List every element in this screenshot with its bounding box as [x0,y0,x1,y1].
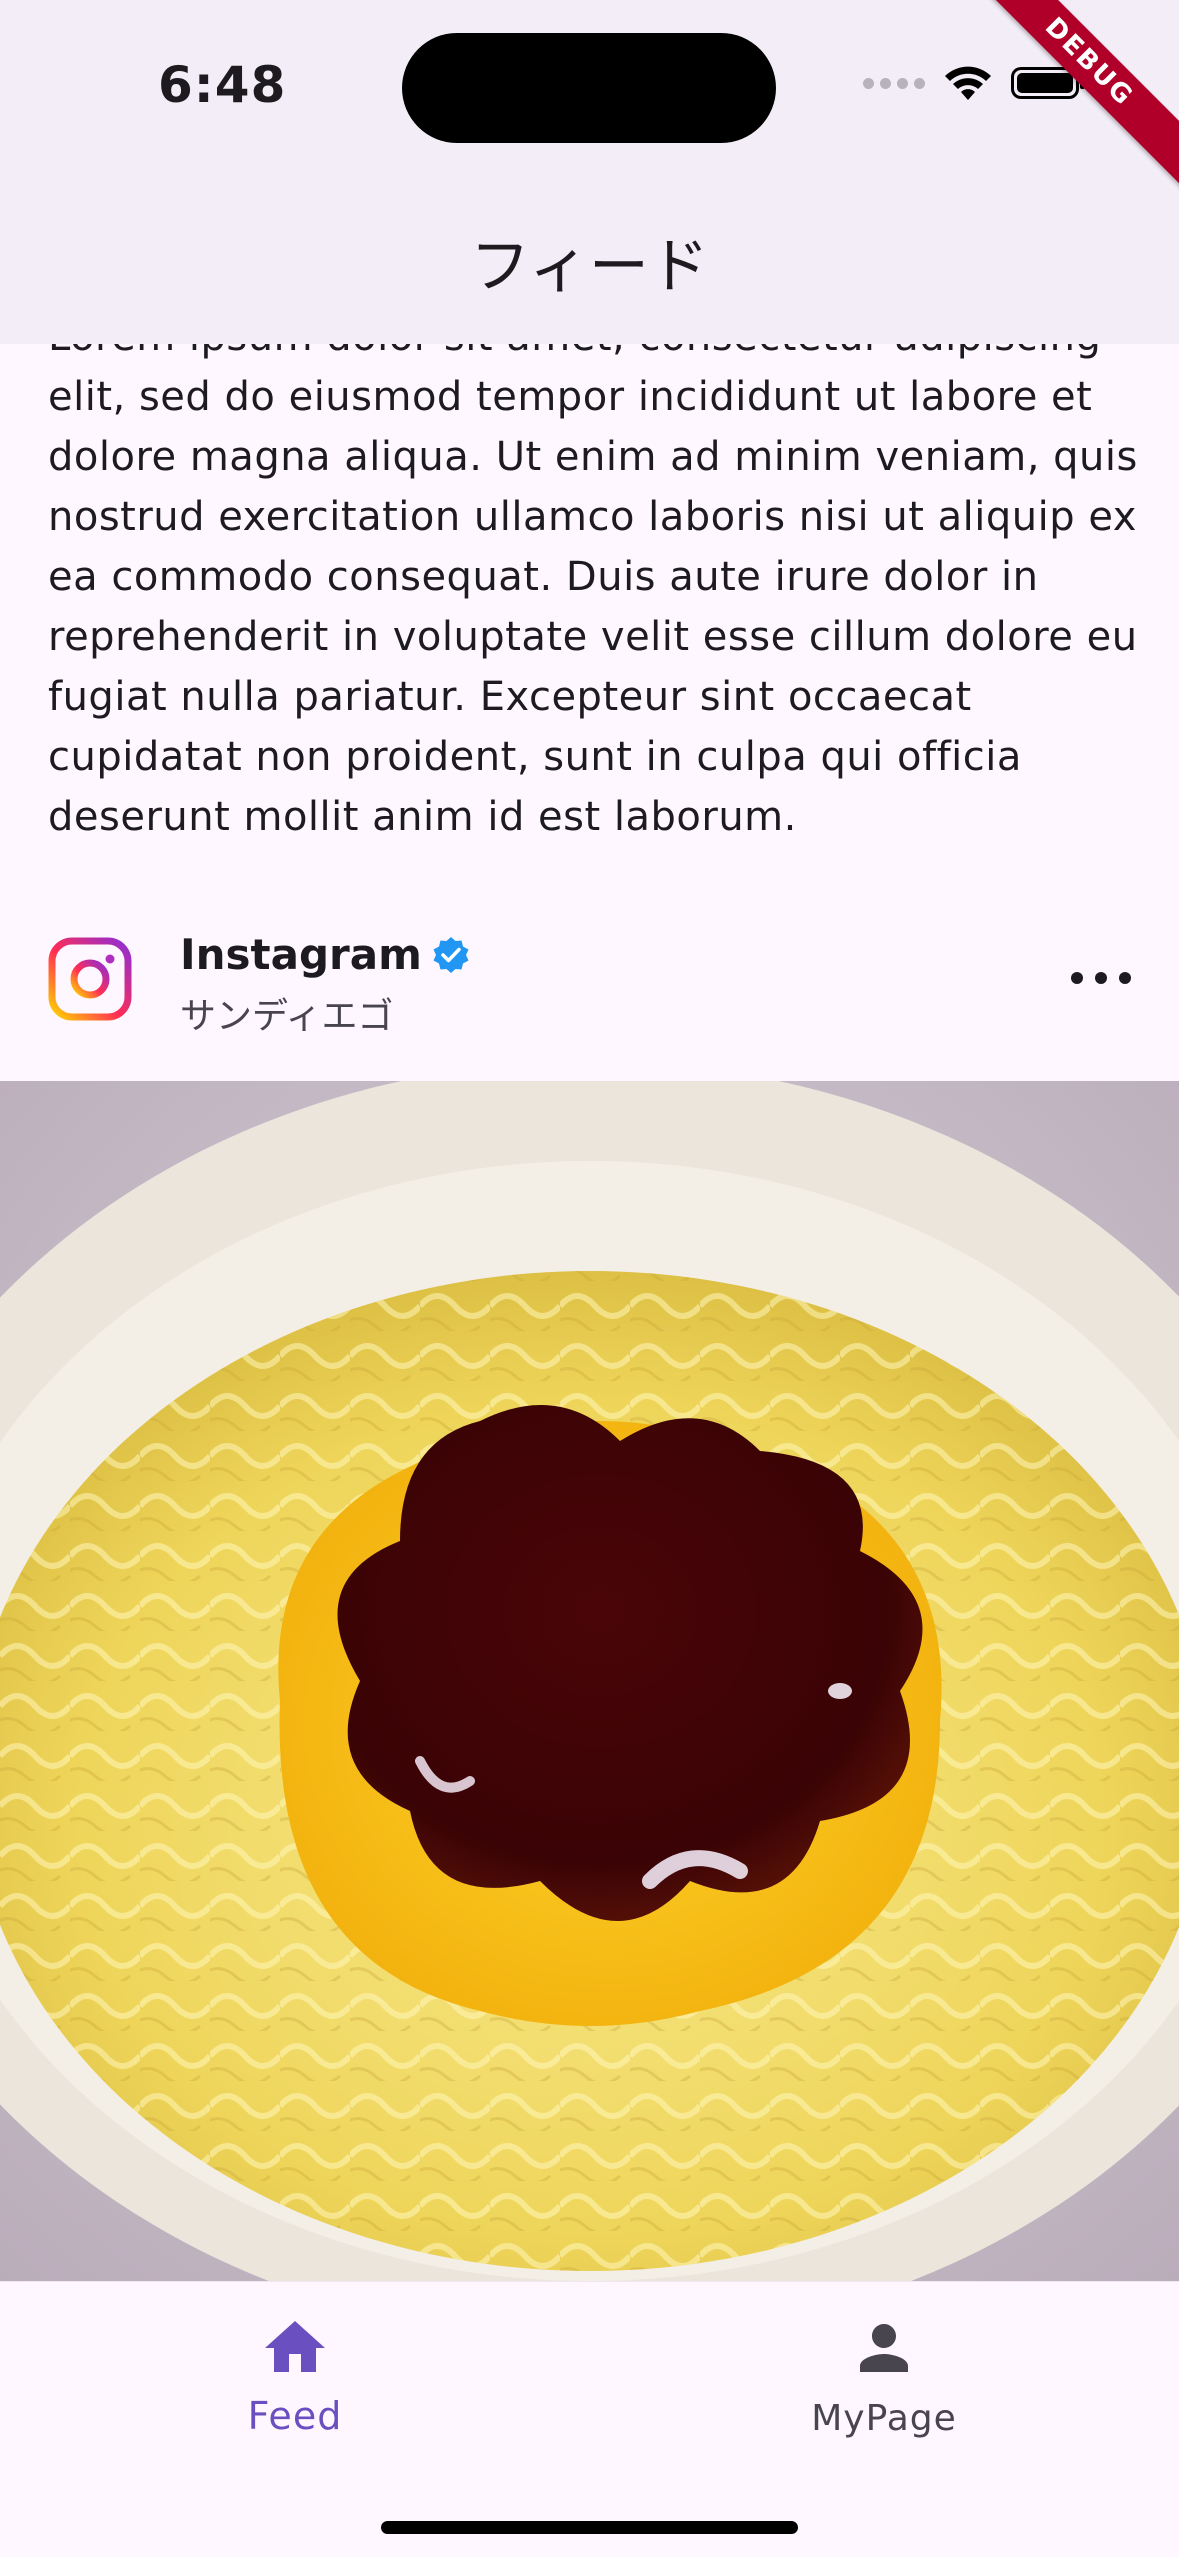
verified-badge-icon [433,936,469,973]
post-location: サンディエゴ [180,996,394,1037]
instagram-logo-icon[interactable] [48,937,132,1021]
app-header: 6:48 DEBUG フィード [0,0,1179,344]
nav-item-feed[interactable]: Feed [145,2312,445,2438]
cellular-signal-icon [863,77,925,89]
nav-item-mypage[interactable]: MyPage [734,2312,1034,2439]
account-name[interactable]: Instagram [180,930,470,979]
home-indicator[interactable] [381,2521,798,2534]
status-icons [863,64,1085,102]
person-icon [860,2324,908,2372]
page-title: フィード [470,232,709,302]
home-icon [265,2321,325,2372]
dynamic-island [402,33,776,143]
bottom-navigation: Feed MyPage [0,2281,1179,2557]
more-options-icon[interactable] [1071,958,1131,998]
post-image [0,1081,1179,2281]
post-header: Instagram サンディエゴ [0,920,1179,1040]
nav-label-feed: Feed [247,2394,343,2438]
nav-label-mypage: MyPage [811,2398,957,2439]
wifi-icon [945,66,991,100]
status-time: 6:48 [158,56,287,114]
account-name-label: Instagram [180,930,422,979]
post-body-text: Lorem ipsum dolor sit amet, consectetur … [48,314,1138,840]
